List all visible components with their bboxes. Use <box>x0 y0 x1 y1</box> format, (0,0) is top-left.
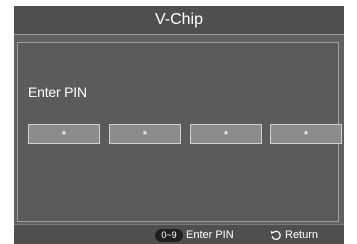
footer-enter-pin-label: Enter PIN <box>186 229 234 241</box>
dialog-title: V-Chip <box>14 6 344 34</box>
enter-pin-label: Enter PIN <box>28 84 87 100</box>
number-keys-badge: 0~9 <box>155 229 183 242</box>
footer-return-label[interactable]: Return <box>285 228 318 242</box>
pin-digit-4[interactable]: * <box>270 124 342 144</box>
v-chip-dialog: V-Chip Enter PIN * * * * 0~9 Enter PIN R… <box>14 6 344 244</box>
title-divider <box>14 34 344 35</box>
pin-digit-1[interactable]: * <box>28 124 100 144</box>
pin-digit-3[interactable]: * <box>190 124 262 144</box>
return-arrow-icon[interactable] <box>270 229 282 241</box>
pin-digit-2[interactable]: * <box>109 124 181 144</box>
